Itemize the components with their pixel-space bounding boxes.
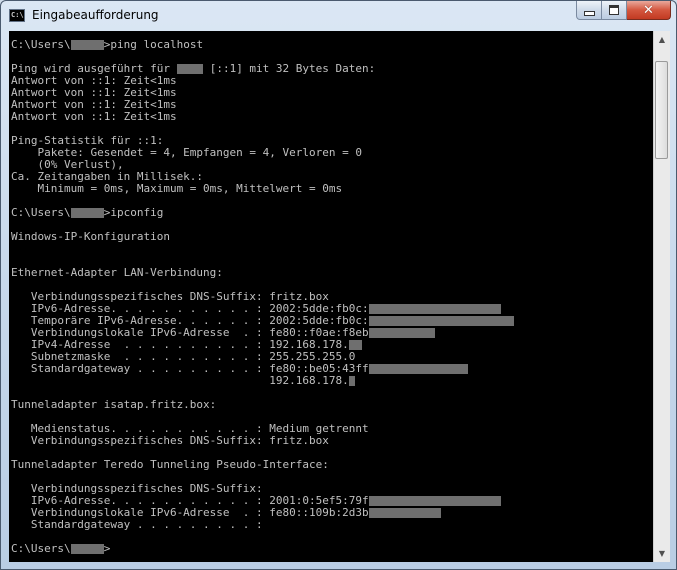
redacted-text: xxxxxxxxxxx: [368, 508, 442, 518]
redacted-text: xxxxx: [70, 40, 104, 50]
console-line: Minimum = 0ms, Maximum = 0ms, Mittelwert…: [11, 182, 342, 195]
console-window: C:\ Eingabeaufforderung ✕ C:\Users\xxxxx…: [0, 0, 677, 570]
console-line: Verbindungsspezifisches DNS-Suffix: frit…: [11, 434, 329, 447]
console-text-segment: >ipconfig: [103, 206, 164, 219]
minimize-icon: [583, 10, 595, 16]
redacted-text: xxxxx: [70, 544, 104, 554]
scroll-down-arrow-icon[interactable]: ▼: [654, 545, 670, 562]
console-text-segment: C:\Users\: [11, 206, 71, 219]
console-line: Tunneladapter isatap.fritz.box:: [11, 398, 216, 411]
console-line: Antwort von ::1: Zeit<1ms: [11, 110, 177, 123]
console-text-segment: 192.168.178.: [11, 374, 349, 387]
console-text: C:\Users\xxxxx>ping localhost Ping wird …: [11, 38, 515, 555]
redacted-text: xxxxxxxxxxxxxxx: [368, 364, 468, 374]
title-bar[interactable]: C:\ Eingabeaufforderung ✕: [1, 1, 676, 31]
scroll-up-arrow-icon[interactable]: ▲: [654, 31, 670, 48]
console-text-segment: Minimum = 0ms, Maximum = 0ms, Mittelwert…: [11, 182, 343, 195]
console-text-segment: >: [103, 542, 111, 555]
console-line: C:\Users\xxxxx>: [11, 542, 110, 555]
console-text-segment: >ping localhost: [103, 38, 204, 51]
redacted-text: xxxxxxxxxxxxxxxxxxxx: [368, 496, 502, 506]
console-line: Ethernet-Adapter LAN-Verbindung:: [11, 266, 223, 279]
console-text-segment: C:\Users\: [11, 542, 71, 555]
console-line: Tunneladapter Teredo Tunneling Pseudo-In…: [11, 458, 329, 471]
maximize-button[interactable]: [602, 1, 627, 20]
console-line: C:\Users\xxxxx>ipconfig: [11, 206, 163, 219]
cmd-icon[interactable]: C:\: [9, 9, 25, 22]
console-text-segment: Verbindungsspezifisches DNS-Suffix: frit…: [11, 434, 329, 447]
minimize-button[interactable]: [576, 1, 602, 20]
window-title: Eingabeaufforderung: [32, 8, 159, 22]
redacted-text: xxxxx: [70, 208, 104, 218]
maximize-icon: [609, 5, 619, 15]
console-text-segment: Tunneladapter isatap.fritz.box:: [11, 398, 217, 411]
redacted-text: xxxxxxxxxxxxxxxxxxxx: [368, 304, 502, 314]
console-text-segment: [::1] mit 32 Bytes Daten:: [203, 62, 376, 75]
console-line: Standardgateway . . . . . . . . . :: [11, 518, 263, 531]
console-text-segment: C:\Users\: [11, 38, 71, 51]
console-line: C:\Users\xxxxx>ping localhost: [11, 38, 203, 51]
console-text-segment: Standardgateway . . . . . . . . . :: [11, 518, 263, 531]
console-text-segment: Windows-IP-Konfiguration: [11, 230, 170, 243]
close-icon: ✕: [643, 2, 654, 18]
console-line: Windows-IP-Konfiguration: [11, 230, 170, 243]
console-text-segment: Antwort von ::1: Zeit<1ms: [11, 110, 177, 123]
vertical-scrollbar[interactable]: ▲ ▼: [653, 31, 670, 562]
redacted-text: xxxxxxxxxx: [368, 328, 435, 338]
redacted-text: xxxx: [176, 64, 204, 74]
console-text-segment: Ethernet-Adapter LAN-Verbindung:: [11, 266, 223, 279]
console-output-area[interactable]: C:\Users\xxxxx>ping localhost Ping wird …: [9, 31, 653, 562]
console-text-segment: Tunneladapter Teredo Tunneling Pseudo-In…: [11, 458, 329, 471]
redacted-text: x: [348, 376, 356, 386]
scrollbar-thumb[interactable]: [655, 61, 668, 159]
close-button[interactable]: ✕: [627, 1, 671, 20]
redacted-text: xx: [348, 340, 363, 350]
console-line: 192.168.178.x: [11, 374, 356, 387]
redacted-text: xxxxxxxxxxxxxxxxxxxxxx: [368, 316, 515, 326]
caption-buttons: ✕: [576, 1, 671, 20]
